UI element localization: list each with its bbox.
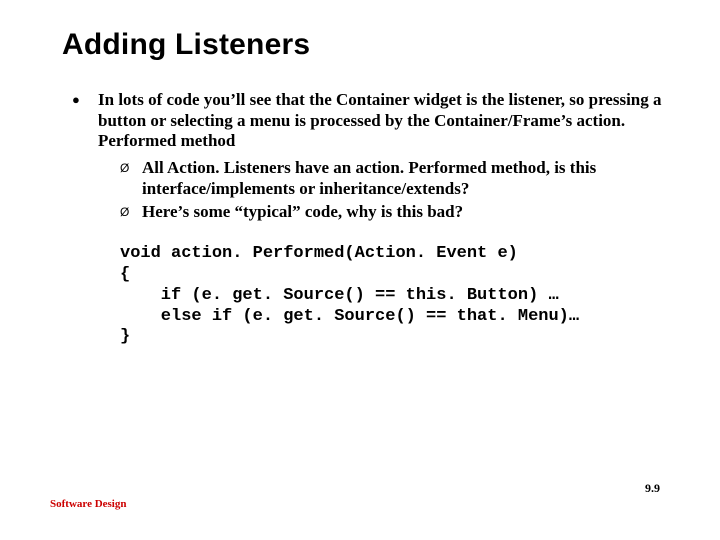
- slide: Adding Listeners ● In lots of code you’l…: [0, 0, 720, 540]
- sub-bullet: Ø Here’s some “typical” code, why is thi…: [120, 202, 670, 223]
- slide-body: ● In lots of code you’ll see that the Co…: [72, 90, 670, 348]
- bullet-level-1: ● In lots of code you’ll see that the Co…: [72, 90, 670, 152]
- footer-text: Software Design: [50, 498, 126, 510]
- page-number: 9.9: [645, 481, 660, 496]
- sub-bullet: Ø All Action. Listeners have an action. …: [120, 158, 670, 199]
- sub-bullet-marker: Ø: [120, 158, 142, 199]
- bullet-marker: ●: [72, 90, 98, 152]
- slide-title: Adding Listeners: [62, 28, 670, 62]
- bullet-text: In lots of code you’ll see that the Cont…: [98, 90, 670, 152]
- sub-bullets: Ø All Action. Listeners have an action. …: [120, 158, 670, 222]
- code-block: void action. Performed(Action. Event e) …: [120, 244, 670, 348]
- sub-bullet-marker: Ø: [120, 202, 142, 223]
- sub-bullet-text: All Action. Listeners have an action. Pe…: [142, 158, 670, 199]
- sub-bullet-text: Here’s some “typical” code, why is this …: [142, 202, 463, 223]
